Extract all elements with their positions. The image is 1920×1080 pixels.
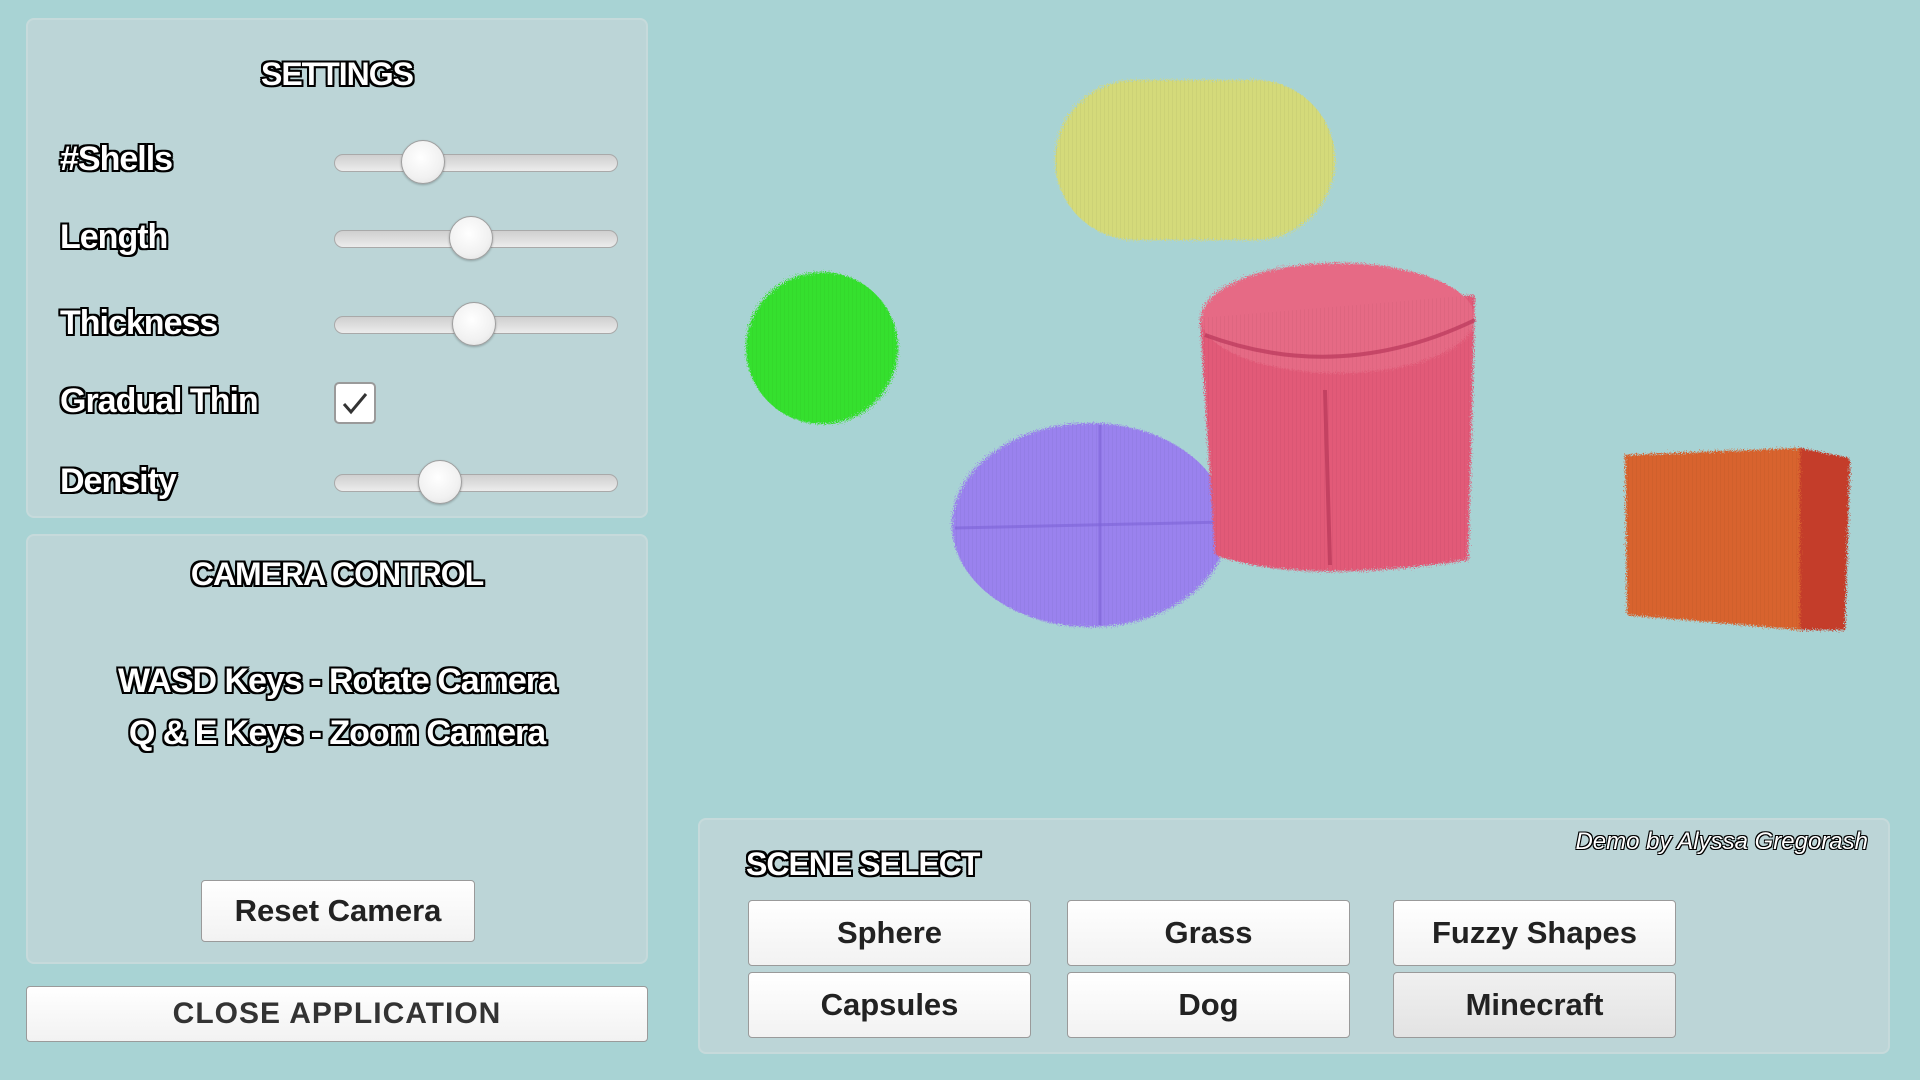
length-label: Length xyxy=(60,218,168,256)
capsule-shape xyxy=(1055,80,1335,240)
slider-track[interactable] xyxy=(334,154,618,172)
density-label: Density xyxy=(60,462,177,500)
close-application-button[interactable]: CLOSE APPLICATION xyxy=(26,986,648,1042)
thickness-slider[interactable] xyxy=(334,302,618,348)
camera-control-title: CAMERA CONTROL xyxy=(190,556,484,592)
scene-button-minecraft[interactable]: Minecraft xyxy=(1393,972,1676,1038)
length-slider[interactable] xyxy=(334,216,618,262)
slider-thumb[interactable] xyxy=(401,140,446,184)
cube-shape xyxy=(1625,448,1850,630)
shells-slider[interactable] xyxy=(334,140,618,186)
scene-button-fuzzy-shapes[interactable]: Fuzzy Shapes xyxy=(1393,900,1676,966)
checkmark-icon xyxy=(342,393,368,415)
reset-camera-button[interactable]: Reset Camera xyxy=(201,880,475,942)
scene-button-sphere[interactable]: Sphere xyxy=(748,900,1031,966)
gradual-thin-checkbox[interactable] xyxy=(334,382,376,424)
credit-text: Demo by Alyssa Gregorash xyxy=(1575,828,1868,855)
slider-thumb[interactable] xyxy=(418,460,462,504)
slider-track[interactable] xyxy=(334,474,618,492)
scene-button-capsules[interactable]: Capsules xyxy=(748,972,1031,1038)
settings-panel: SETTINGS #Shells Length Thickness Gradua… xyxy=(26,18,648,518)
cylinder-shape xyxy=(1200,263,1476,572)
scene-select-panel: Demo by Alyssa Gregorash SCENE SELECT Sp… xyxy=(698,818,1890,1054)
slider-thumb[interactable] xyxy=(449,216,494,260)
shells-label: #Shells xyxy=(60,140,173,178)
rotate-hint: WASD Keys - Rotate Camera xyxy=(118,662,557,700)
green-sphere-shape xyxy=(746,272,898,424)
density-slider[interactable] xyxy=(334,460,618,506)
slider-thumb[interactable] xyxy=(451,302,496,346)
scene-button-dog[interactable]: Dog xyxy=(1067,972,1350,1038)
scene-select-title: SCENE SELECT xyxy=(746,846,980,882)
settings-title: SETTINGS xyxy=(260,56,414,92)
scene-viewport[interactable] xyxy=(660,0,1920,800)
gradual-thin-label: Gradual Thin xyxy=(60,382,259,420)
scene-button-grass[interactable]: Grass xyxy=(1067,900,1350,966)
ellipsoid-shape xyxy=(952,423,1228,627)
thickness-label: Thickness xyxy=(60,304,218,342)
camera-control-panel: CAMERA CONTROL WASD Keys - Rotate Camera… xyxy=(26,534,648,964)
zoom-hint: Q & E Keys - Zoom Camera xyxy=(128,714,546,752)
